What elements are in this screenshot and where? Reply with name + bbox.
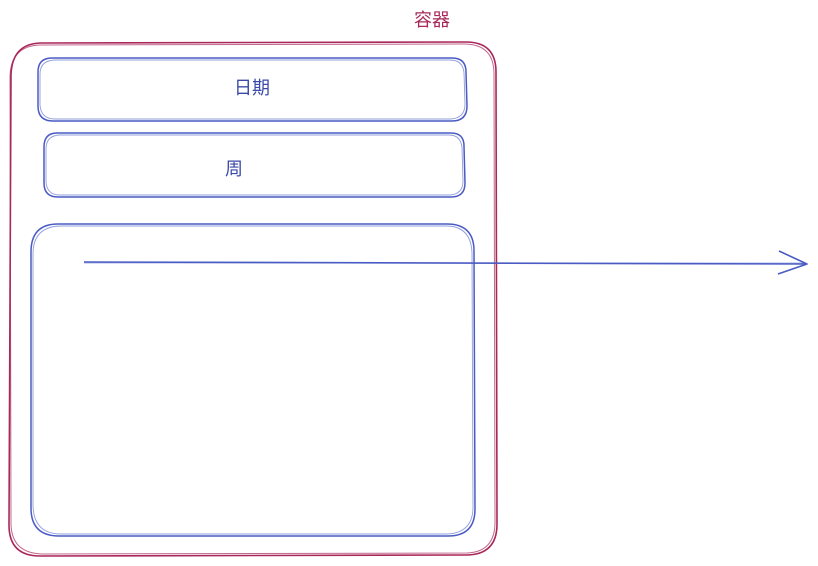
week-box — [43, 132, 466, 198]
date-label: 日期 — [234, 78, 270, 99]
diagram-canvas: 容器 日期 周 — [8, 10, 808, 557]
content-box — [30, 223, 476, 537]
scroll-direction-arrow — [83, 250, 808, 275]
week-label: 周 — [225, 159, 243, 180]
container-label: 容器 — [414, 10, 450, 31]
